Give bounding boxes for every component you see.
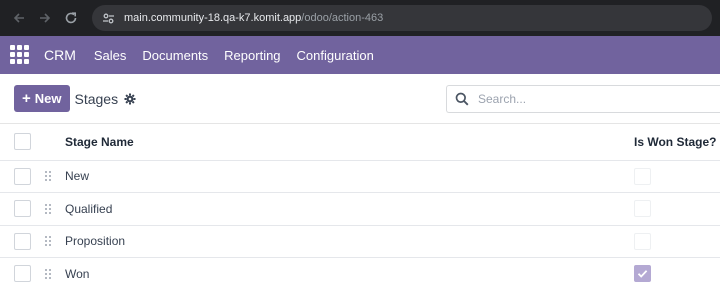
reload-button[interactable] [60,6,82,30]
table-header-row: Stage Name Is Won Stage? [0,124,720,160]
forward-button[interactable] [34,6,56,30]
drag-handle-icon[interactable] [44,170,52,182]
plus-icon: + [22,90,31,107]
column-header-is-won[interactable]: Is Won Stage? [634,124,720,160]
is-won-checkbox[interactable] [634,200,651,218]
new-button-label: New [34,91,62,106]
select-all-checkbox[interactable] [14,133,31,151]
drag-handle-icon[interactable] [44,203,52,215]
top-navbar: CRM Sales Documents Reporting Configurat… [0,36,720,74]
stage-name-cell[interactable]: Won [62,258,634,289]
check-icon [637,270,648,279]
app-brand[interactable]: CRM [44,47,76,63]
search-box[interactable] [446,84,720,113]
arrow-left-icon [13,13,24,23]
is-won-checkbox[interactable] [634,167,651,185]
site-info-icon[interactable] [100,10,116,26]
table-row[interactable]: New [0,160,720,193]
row-checkbox[interactable] [14,167,31,185]
stage-name-cell[interactable]: Proposition [62,225,634,258]
search-icon [455,92,469,106]
address-bar[interactable]: main.community-18.qa-k7.komit.app/odoo/a… [92,5,712,31]
drag-handle-icon[interactable] [44,235,52,247]
browser-toolbar: main.community-18.qa-k7.komit.app/odoo/a… [0,0,720,36]
menu-item-configuration[interactable]: Configuration [297,48,374,63]
new-button[interactable]: + New [14,85,70,112]
table-row[interactable]: Won [0,258,720,289]
control-panel: + New Stages [0,74,720,124]
menu-item-documents[interactable]: Documents [142,48,208,63]
row-checkbox[interactable] [14,200,31,218]
is-won-checkbox[interactable] [634,265,651,283]
url-host: main.community-18.qa-k7.komit.app [124,12,302,24]
row-checkbox[interactable] [14,232,31,250]
reload-icon [65,12,77,24]
back-button[interactable] [8,6,30,30]
menu-item-reporting[interactable]: Reporting [224,48,280,63]
stage-name-cell[interactable]: New [62,160,634,193]
column-header-stage-name[interactable]: Stage Name [62,124,634,160]
apps-menu-icon[interactable] [10,45,30,65]
stage-name-cell[interactable]: Qualified [62,193,634,226]
search-input[interactable] [478,91,678,106]
url-text: main.community-18.qa-k7.komit.app/odoo/a… [124,12,383,24]
is-won-checkbox[interactable] [634,232,651,250]
table-row[interactable]: Proposition [0,225,720,258]
table-row[interactable]: Qualified [0,193,720,226]
drag-handle-icon[interactable] [44,268,52,280]
breadcrumb: Stages [75,91,137,107]
gear-icon[interactable] [124,93,136,105]
page-title: Stages [74,90,119,107]
menu-item-sales[interactable]: Sales [94,48,127,63]
row-checkbox[interactable] [14,265,31,283]
stages-table: Stage Name Is Won Stage? New Qualified P… [0,124,720,289]
arrow-right-icon [40,13,51,23]
url-path: /odoo/action-463 [301,12,384,24]
